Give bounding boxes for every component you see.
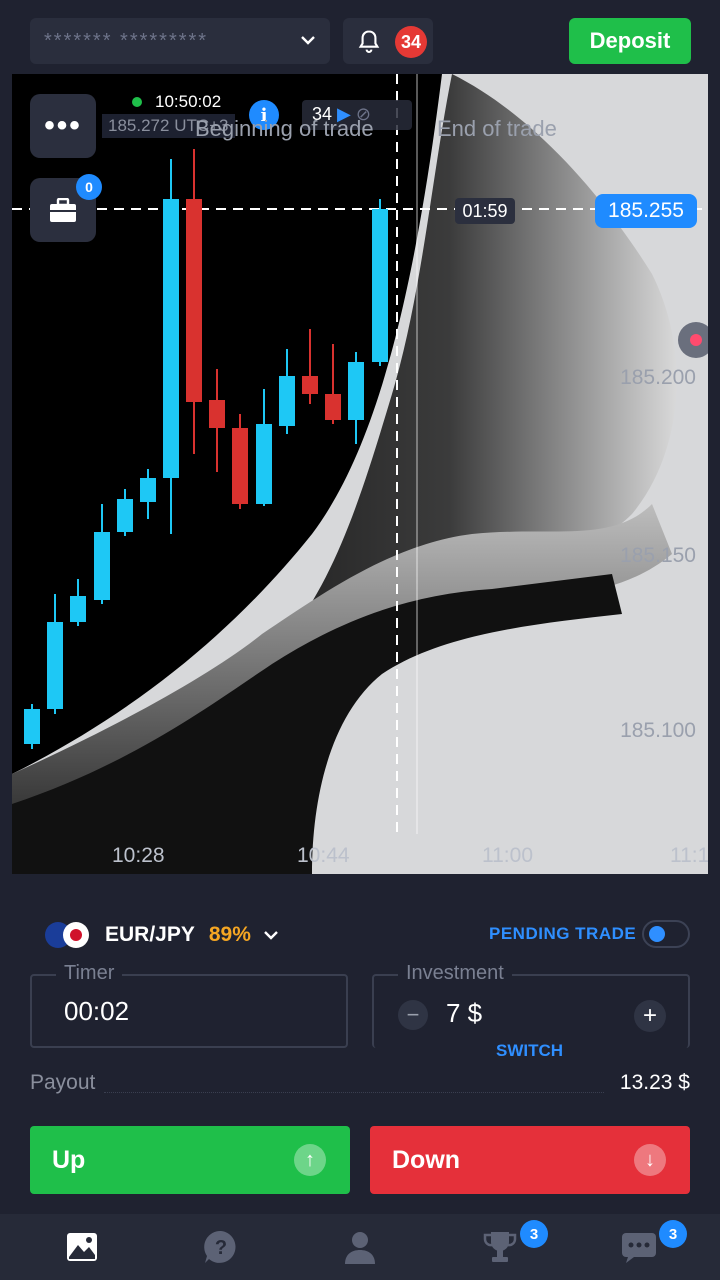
- current-price-tag: 185.255: [595, 194, 697, 228]
- candle-body: [209, 400, 225, 428]
- nav-help[interactable]: ?: [171, 1214, 271, 1280]
- x-axis-label: 11:1: [670, 844, 708, 867]
- question-icon: ?: [204, 1230, 236, 1263]
- chat-icon: [622, 1233, 656, 1263]
- notifications-badge: 34: [395, 26, 427, 58]
- candle-body: [372, 209, 388, 362]
- candle-body: [279, 376, 295, 426]
- arrow-down-icon: ↓: [634, 1144, 666, 1176]
- x-axis-label: 10:28: [112, 844, 165, 867]
- candle-body: [94, 532, 110, 600]
- arrow-up-icon: ↑: [294, 1144, 326, 1176]
- bottom-nav: ? 3 3: [0, 1214, 720, 1280]
- candle-body: [302, 376, 318, 394]
- chevron-down-icon: [264, 931, 278, 940]
- payout-label: Payout: [30, 1071, 96, 1094]
- account-mask: ******* *********: [44, 29, 209, 52]
- end-of-trade-label: End of trade: [437, 116, 557, 141]
- chart-menu-button[interactable]: •••: [30, 94, 96, 158]
- trade-countdown: 01:59: [455, 198, 515, 224]
- nav-chart[interactable]: [32, 1214, 132, 1280]
- trophy-icon: [483, 1232, 517, 1262]
- live-indicator: [132, 97, 142, 107]
- deposit-button[interactable]: Deposit: [569, 18, 691, 64]
- nav-chat[interactable]: 3: [589, 1214, 689, 1280]
- ghost-price: 185.272: [108, 116, 170, 135]
- bell-icon: [358, 30, 380, 53]
- y-axis-label: 185.200: [620, 366, 696, 389]
- up-button[interactable]: Up ↑: [30, 1126, 350, 1194]
- asset-name: EUR/JPY: [105, 923, 195, 946]
- candle-body: [348, 362, 364, 420]
- x-axis-label: 10:44: [297, 844, 350, 867]
- investment-value: 7 $: [446, 998, 483, 1028]
- switch-button[interactable]: SWITCH: [496, 1041, 563, 1061]
- more-dots-icon: •••: [44, 109, 82, 142]
- pending-trade-label: PENDING TRADE: [489, 924, 637, 943]
- up-label: Up: [52, 1146, 86, 1174]
- briefcase-icon: [50, 198, 76, 222]
- trades-badge: 0: [76, 174, 102, 200]
- price-chart[interactable]: ••• 0 10:50:02 185.272 UTC+3 i 34 ▶ ⊘ Be…: [12, 74, 708, 874]
- chevron-down-icon: [301, 36, 315, 45]
- candle-body: [47, 622, 63, 709]
- candle-body: [325, 394, 341, 420]
- chart-image-icon: [67, 1233, 97, 1261]
- candle-body: [163, 199, 179, 478]
- candle-body: [117, 499, 133, 532]
- investment-field[interactable]: Investment − 7 $ +: [372, 962, 690, 1048]
- y-axis-label: 185.100: [620, 719, 696, 742]
- chat-badge: 3: [659, 1220, 687, 1248]
- candle-body: [24, 709, 40, 744]
- timer-field[interactable]: Timer 00:02: [30, 962, 348, 1048]
- beginning-of-trade-label: Beginning of trade: [195, 116, 374, 141]
- account-selector[interactable]: ******* *********: [30, 18, 330, 64]
- candle-body: [256, 424, 272, 504]
- candle-body: [186, 199, 202, 402]
- down-label: Down: [392, 1146, 461, 1174]
- candle-body: [70, 596, 86, 622]
- pending-trade-toggle[interactable]: [642, 920, 690, 948]
- tournaments-badge: 3: [520, 1220, 548, 1248]
- payout-divider: [104, 1092, 604, 1093]
- user-icon: [345, 1232, 375, 1264]
- signal-dot[interactable]: [678, 322, 708, 358]
- candle-body: [140, 478, 156, 502]
- asset-payout-percent: 89%: [208, 923, 251, 946]
- x-axis-label: 11:00: [482, 844, 533, 867]
- y-axis-label: 185.150: [620, 544, 696, 567]
- payout-value: 13.23 $: [619, 1071, 690, 1094]
- top-bar: ******* ********* 34 Deposit: [0, 0, 720, 78]
- timer-legend: Timer: [56, 962, 123, 985]
- asset-selector[interactable]: EUR/JPY 89%: [45, 918, 281, 952]
- notifications-button[interactable]: 34: [343, 18, 433, 64]
- svg-text:?: ?: [215, 1237, 227, 1259]
- server-time: 10:50:02: [155, 92, 222, 111]
- nav-tournaments[interactable]: 3: [450, 1214, 550, 1280]
- nav-profile[interactable]: [310, 1214, 410, 1280]
- increase-investment-button[interactable]: +: [634, 1000, 666, 1032]
- investment-legend: Investment: [398, 962, 512, 985]
- currency-flags-icon: [45, 920, 93, 950]
- down-button[interactable]: Down ↓: [370, 1126, 690, 1194]
- candle-body: [232, 428, 248, 504]
- decrease-investment-button[interactable]: −: [398, 1000, 428, 1030]
- timer-value: 00:02: [64, 996, 130, 1026]
